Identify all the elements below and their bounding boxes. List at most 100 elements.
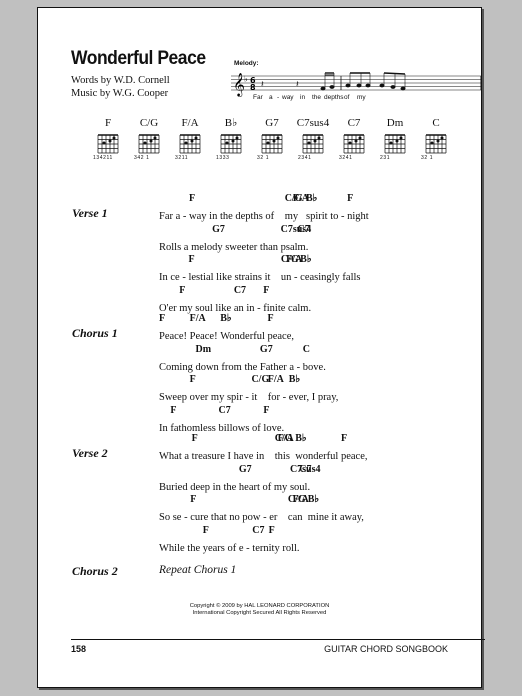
chord-symbol: F <box>263 284 270 296</box>
melody-lyric-syllable: way <box>282 94 294 101</box>
lyric-text: ity roll. <box>268 542 300 554</box>
chord-symbol: F/A <box>277 433 294 444</box>
lyric-segment: G7 heart of my <box>238 464 290 495</box>
copyright-notice: Copyright © 2009 by HAL LEONARD CORPORAT… <box>38 603 481 617</box>
lyric-segment: G7 Father a - <box>260 344 303 375</box>
chord-symbol: F <box>189 193 196 204</box>
chord-symbol: F <box>170 404 177 416</box>
lyric-segment: Dm down from the <box>195 344 259 375</box>
fretboard-grid-icon <box>425 134 447 154</box>
melody-lyric-syllable: a <box>269 94 273 101</box>
lyric-text: Sweep <box>159 392 190 403</box>
lyric-text: psal <box>280 241 298 253</box>
chord-symbol: C7 <box>297 223 310 235</box>
chord-diagram: C7 3241 <box>336 118 372 161</box>
lyric-text: years of e - <box>202 542 253 554</box>
chord-symbol: F <box>202 524 209 536</box>
lyric-text: Peace! <box>159 331 190 342</box>
repeat-instruction: Repeat Chorus 1 <box>159 564 237 576</box>
lyric-text: night <box>347 211 369 222</box>
lyric-text: lestial like strains it <box>188 272 281 283</box>
chord-symbol: B♭ <box>305 193 318 204</box>
lyric-segment: C/G m <box>284 193 303 224</box>
lyric-text: an in - <box>233 302 264 314</box>
lyric-text: cure that no pow - er <box>190 512 288 523</box>
page-number: 158 <box>71 644 87 654</box>
lyric-line: Buried deep in the G7 heart of my C7sus4 s… <box>159 464 321 495</box>
lyric-text: In <box>159 422 171 434</box>
chord-symbol: F <box>189 374 196 385</box>
melody-lyric-syllable: my <box>357 94 366 101</box>
chord-symbol: F <box>267 313 274 324</box>
chord-symbol: C7 <box>233 284 247 296</box>
lyric-segment: Fyears of e - <box>202 525 253 556</box>
lyric-text: So se - <box>159 512 191 523</box>
lyric-segment: Ftreasure I have in <box>192 433 275 464</box>
lyric-segment: F/A for - <box>267 374 289 405</box>
lyric-line: What a Ftreasure I have in C/G t F/A his B♭… <box>159 433 368 464</box>
lyric-segment: Coming <box>159 357 195 375</box>
chord-symbol: F <box>340 433 348 444</box>
lyric-segment: So se - <box>159 507 190 525</box>
chord-symbol: C7 <box>218 404 231 416</box>
chord-symbol: F <box>188 254 195 265</box>
svg-text:𝄽: 𝄽 <box>296 80 299 90</box>
book-title: GUITAR CHORD SONGBOOK <box>324 644 448 654</box>
lyric-segment: Fnight <box>347 193 369 224</box>
lyric-segment: F/A Peace! <box>190 313 221 344</box>
lyric-segment: Cbove. <box>303 344 326 375</box>
section-label: Chorus 2 <box>72 564 118 578</box>
songbook-page: Wonderful Peace Words by W.D. Cornell Mu… <box>37 7 485 688</box>
chord-symbol: G7 <box>238 463 252 475</box>
lyric-text: heart of my <box>238 481 290 493</box>
flat-key-signature-icon: ♭ <box>244 75 248 84</box>
melody-lyric-syllable: of <box>344 94 350 101</box>
chord-symbol: F <box>179 284 186 296</box>
lyric-text: Rolls a melo <box>159 241 213 253</box>
melody-lyric-syllable: in <box>300 94 306 101</box>
lyric-segment: F/A an <box>293 494 309 525</box>
lyric-segment: G7 dy sweeter than <box>212 224 281 255</box>
lyric-text: O'er <box>159 302 180 314</box>
lyric-text: Far a - <box>159 211 190 222</box>
chord-fingering: 32 1 <box>257 155 270 161</box>
lyric-segment: B♭ ceasingly falls <box>300 254 361 285</box>
chord-symbol: B♭ <box>300 254 312 265</box>
song-credits: Words by W.D. Cornell Music by W.G. Coop… <box>71 74 170 100</box>
lyric-text: billows of <box>218 422 264 434</box>
lyric-segment: Buried deep in the <box>159 477 239 495</box>
fretboard-grid-icon <box>138 134 160 154</box>
chord-symbol: B♭ <box>288 374 301 385</box>
chord-diagram: Dm 231 <box>377 118 413 161</box>
lyric-segment: In <box>159 418 170 436</box>
melody-label: Melody: <box>234 60 259 67</box>
melody-lyric-syllable: the <box>312 94 322 101</box>
lyric-text: y <box>292 211 306 222</box>
chord-symbol: C7 <box>299 463 312 475</box>
chord-symbol: F <box>347 193 354 204</box>
lyric-segment: B♭ mine it away, <box>308 494 364 525</box>
lyric-segment: B♭ wonderful <box>295 433 341 464</box>
fretboard-grid-icon <box>179 134 201 154</box>
chord-diagram: B♭ 1333 <box>213 118 249 161</box>
chord-diagram-name: C <box>432 117 440 129</box>
lyric-segment: C7sus4 psal <box>280 224 312 255</box>
lyric-text: for - <box>267 392 289 403</box>
lyric-text: so <box>289 481 300 493</box>
chord-diagram: C 32 1 <box>418 118 454 161</box>
lyric-text: tern <box>252 542 269 554</box>
section-label: Chorus 1 <box>72 326 118 340</box>
lyric-text: While the <box>159 542 203 554</box>
lyric-text: ceasingly falls <box>300 272 361 283</box>
chord-diagram-name: B♭ <box>224 117 238 129</box>
lyric-segment: C7 m. <box>298 224 310 255</box>
lyric-line: Sweep Fover my spir - C/G it F/A for - B♭ e… <box>159 374 338 405</box>
chord-symbol: B♭ <box>220 313 232 324</box>
chord-diagram-name: C7 <box>347 117 361 129</box>
lyric-text: m <box>284 211 293 222</box>
chord-symbol: F/A <box>267 374 284 385</box>
melody-lyric-syllable: depths <box>324 94 344 101</box>
lyric-text: spirit to - <box>305 211 348 222</box>
lyric-segment: C7 billows of <box>218 405 264 436</box>
copyright-line-1: Copyright © 2009 by HAL LEONARD CORPORAT… <box>189 603 330 609</box>
